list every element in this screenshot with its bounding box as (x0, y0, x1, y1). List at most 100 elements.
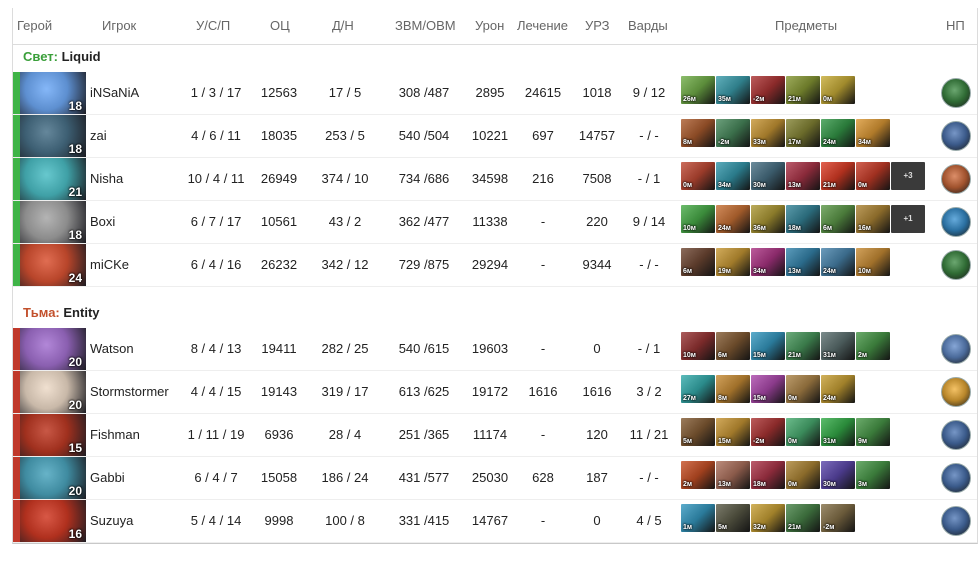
item-icon[interactable]: 30м (751, 162, 785, 190)
item-icon[interactable]: 24м (821, 119, 855, 147)
hero-portrait[interactable]: 16 (20, 500, 86, 542)
header-networth[interactable]: ОЦ (270, 8, 290, 44)
item-icon[interactable]: 3м (856, 461, 890, 489)
hero-portrait[interactable]: 18 (20, 72, 86, 114)
player-name[interactable]: miCKe (90, 244, 182, 286)
item-icon[interactable]: 10м (856, 248, 890, 276)
item-icon[interactable]: 21м (786, 76, 820, 104)
item-icon[interactable]: 0м (786, 461, 820, 489)
item-icon[interactable]: 24м (821, 375, 855, 403)
neutral-item-icon[interactable] (941, 463, 971, 493)
item-icon[interactable]: 2м (681, 461, 715, 489)
header-kda[interactable]: У/С/П (196, 8, 230, 44)
table-row[interactable]: 24 miCKe 6 / 4 / 16 26232 342 / 12 729 /875 29… (13, 244, 977, 287)
header-building-damage[interactable]: УРЗ (585, 8, 610, 44)
table-row[interactable]: 18 Boxi 6 / 7 / 17 10561 43 / 2 362 /477 11338… (13, 201, 977, 244)
table-row[interactable]: 15 Fishman 1 / 11 / 19 6936 28 / 4 251 /365 11… (13, 414, 977, 457)
item-icon[interactable]: 21м (786, 504, 820, 532)
item-icon[interactable]: 0м (821, 76, 855, 104)
item-icon[interactable]: 6м (716, 332, 750, 360)
item-icon[interactable]: 5м (716, 504, 750, 532)
item-icon[interactable]: -2м (821, 504, 855, 532)
player-name[interactable]: Fishman (90, 414, 182, 456)
hero-portrait[interactable]: 21 (20, 158, 86, 200)
hero-portrait[interactable]: 20 (20, 371, 86, 413)
item-icon[interactable]: 31м (821, 332, 855, 360)
player-name[interactable]: Nisha (90, 158, 182, 200)
player-name[interactable]: Suzuya (90, 500, 182, 542)
item-icon[interactable]: 0м (856, 162, 890, 190)
item-icon[interactable]: 32м (751, 504, 785, 532)
table-row[interactable]: 18 iNSaNiA 1 / 3 / 17 12563 17 / 5 308 /487 28… (13, 72, 977, 115)
item-icon[interactable]: 27м (681, 375, 715, 403)
player-name[interactable]: Boxi (90, 201, 182, 243)
hero-portrait[interactable]: 18 (20, 201, 86, 243)
item-icon[interactable]: 1м (681, 504, 715, 532)
item-icon[interactable]: 26м (681, 76, 715, 104)
item-icon[interactable]: 10м (681, 332, 715, 360)
neutral-item-icon[interactable] (941, 164, 971, 194)
item-icon[interactable]: 36м (751, 205, 785, 233)
table-row[interactable]: 20 Stormstormer 4 / 4 / 15 19143 319 / 17 613… (13, 371, 977, 414)
item-icon[interactable]: 24м (716, 205, 750, 233)
item-icon[interactable]: 24м (821, 248, 855, 276)
item-icon[interactable]: 15м (751, 332, 785, 360)
neutral-item-icon[interactable] (941, 506, 971, 536)
player-name[interactable]: Watson (90, 328, 182, 370)
neutral-item-icon[interactable] (941, 121, 971, 151)
hero-portrait[interactable]: 20 (20, 457, 86, 499)
player-name[interactable]: Gabbi (90, 457, 182, 499)
item-icon[interactable]: 13м (716, 461, 750, 489)
team-name-light[interactable]: Liquid (62, 49, 101, 64)
item-icon[interactable]: -2м (751, 76, 785, 104)
neutral-item-icon[interactable] (941, 420, 971, 450)
item-icon[interactable]: 18м (786, 205, 820, 233)
item-icon[interactable]: 0м (786, 375, 820, 403)
item-icon[interactable]: 19м (716, 248, 750, 276)
header-lasthits-denies[interactable]: Д/Н (332, 8, 354, 44)
neutral-item-icon[interactable] (941, 78, 971, 108)
item-icon[interactable]: 21м (821, 162, 855, 190)
hero-portrait[interactable]: 18 (20, 115, 86, 157)
item-icon[interactable]: 18м (751, 461, 785, 489)
item-icon[interactable]: 34м (751, 248, 785, 276)
item-icon[interactable]: 33м (751, 119, 785, 147)
table-row[interactable]: 16 Suzuya 5 / 4 / 14 9998 100 / 8 331 /415 147… (13, 500, 977, 543)
item-icon[interactable]: 34м (716, 162, 750, 190)
table-row[interactable]: 18 zai 4 / 6 / 11 18035 253 / 5 540 /504 10221… (13, 115, 977, 158)
item-icon[interactable]: 15м (751, 375, 785, 403)
item-icon[interactable]: 34м (856, 119, 890, 147)
item-icon[interactable]: 2м (856, 332, 890, 360)
neutral-item-icon[interactable] (941, 250, 971, 280)
item-icon[interactable]: -2м (716, 119, 750, 147)
item-icon[interactable]: 6м (681, 248, 715, 276)
neutral-item-icon[interactable] (941, 207, 971, 237)
table-row[interactable]: 20 Watson 8 / 4 / 13 19411 282 / 25 540 /615 1… (13, 328, 977, 371)
hero-portrait[interactable]: 20 (20, 328, 86, 370)
item-icon[interactable]: 8м (681, 119, 715, 147)
item-icon[interactable]: 15м (716, 418, 750, 446)
table-row[interactable]: 20 Gabbi 6 / 4 / 7 15058 186 / 24 431 /577 250… (13, 457, 977, 500)
item-icon[interactable]: 35м (716, 76, 750, 104)
header-player[interactable]: Игрок (102, 8, 136, 44)
hero-portrait[interactable]: 15 (20, 414, 86, 456)
table-row[interactable]: 21 Nisha 10 / 4 / 11 26949 374 / 10 734 /686 3… (13, 158, 977, 201)
more-items-badge[interactable]: +3 (891, 162, 925, 190)
team-name-dark[interactable]: Entity (63, 305, 99, 320)
item-icon[interactable]: 13м (786, 162, 820, 190)
header-gpm-xpm[interactable]: ЗВМ/ОВМ (395, 8, 456, 44)
item-icon[interactable]: 30м (821, 461, 855, 489)
item-icon[interactable]: 0м (786, 418, 820, 446)
player-name[interactable]: iNSaNiA (90, 72, 182, 114)
player-name[interactable]: Stormstormer (90, 371, 182, 413)
hero-portrait[interactable]: 24 (20, 244, 86, 286)
header-damage[interactable]: Урон (475, 8, 504, 44)
item-icon[interactable]: 31м (821, 418, 855, 446)
item-icon[interactable]: 16м (856, 205, 890, 233)
item-icon[interactable]: 8м (716, 375, 750, 403)
item-icon[interactable]: 10м (681, 205, 715, 233)
item-icon[interactable]: 0м (681, 162, 715, 190)
player-name[interactable]: zai (90, 115, 182, 157)
neutral-item-icon[interactable] (941, 377, 971, 407)
header-wards[interactable]: Варды (628, 8, 668, 44)
